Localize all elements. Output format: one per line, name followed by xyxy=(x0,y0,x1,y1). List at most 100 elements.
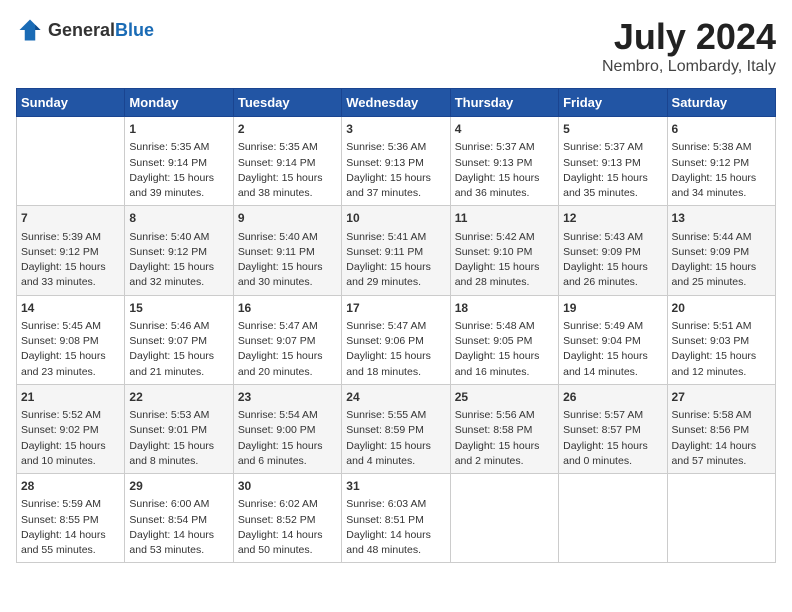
day-number: 13 xyxy=(672,210,771,227)
calendar-week-5: 28Sunrise: 5:59 AMSunset: 8:55 PMDayligh… xyxy=(17,474,776,563)
day-content-line: Daylight: 15 hours xyxy=(346,349,445,364)
day-content-line: and 12 minutes. xyxy=(672,365,771,380)
calendar-cell: 4Sunrise: 5:37 AMSunset: 9:13 PMDaylight… xyxy=(450,117,558,206)
logo-icon xyxy=(16,16,44,44)
day-content-line: Sunrise: 6:02 AM xyxy=(238,497,337,512)
day-content-line: Sunset: 8:57 PM xyxy=(563,423,662,438)
day-content-line: Sunset: 9:04 PM xyxy=(563,334,662,349)
day-content-line: Daylight: 15 hours xyxy=(455,260,554,275)
day-number: 12 xyxy=(563,210,662,227)
day-content-line: Sunrise: 5:46 AM xyxy=(129,319,228,334)
calendar-cell: 28Sunrise: 5:59 AMSunset: 8:55 PMDayligh… xyxy=(17,474,125,563)
calendar-header-row: SundayMondayTuesdayWednesdayThursdayFrid… xyxy=(17,89,776,117)
day-number: 11 xyxy=(455,210,554,227)
day-content-line: and 6 minutes. xyxy=(238,454,337,469)
header-day-thursday: Thursday xyxy=(450,89,558,117)
day-content-line: Sunset: 9:12 PM xyxy=(21,245,120,260)
day-number: 28 xyxy=(21,478,120,495)
day-number: 8 xyxy=(129,210,228,227)
calendar-cell: 8Sunrise: 5:40 AMSunset: 9:12 PMDaylight… xyxy=(125,206,233,295)
day-content-line: Sunset: 9:01 PM xyxy=(129,423,228,438)
day-content-line: Sunrise: 5:36 AM xyxy=(346,140,445,155)
day-content-line: Sunset: 9:08 PM xyxy=(21,334,120,349)
day-content-line: Sunset: 9:13 PM xyxy=(346,156,445,171)
day-content-line: Sunrise: 5:41 AM xyxy=(346,230,445,245)
day-content-line: and 36 minutes. xyxy=(455,186,554,201)
day-content-line: and 14 minutes. xyxy=(563,365,662,380)
day-content-line: Sunrise: 5:40 AM xyxy=(129,230,228,245)
header-day-sunday: Sunday xyxy=(17,89,125,117)
logo: GeneralBlue xyxy=(16,16,154,44)
header-day-tuesday: Tuesday xyxy=(233,89,341,117)
day-content-line: Sunset: 8:52 PM xyxy=(238,513,337,528)
day-content-line: Sunset: 8:56 PM xyxy=(672,423,771,438)
day-content-line: Sunset: 9:06 PM xyxy=(346,334,445,349)
day-content-line: Sunrise: 5:44 AM xyxy=(672,230,771,245)
day-content-line: Sunrise: 5:48 AM xyxy=(455,319,554,334)
day-number: 7 xyxy=(21,210,120,227)
day-content-line: Sunrise: 5:51 AM xyxy=(672,319,771,334)
day-content-line: Daylight: 15 hours xyxy=(672,260,771,275)
day-content-line: and 35 minutes. xyxy=(563,186,662,201)
day-content-line: Sunset: 9:00 PM xyxy=(238,423,337,438)
day-content-line: Daylight: 15 hours xyxy=(346,439,445,454)
day-content-line: Daylight: 15 hours xyxy=(129,171,228,186)
calendar-cell: 3Sunrise: 5:36 AMSunset: 9:13 PMDaylight… xyxy=(342,117,450,206)
day-content-line: and 2 minutes. xyxy=(455,454,554,469)
day-content-line: Sunset: 8:51 PM xyxy=(346,513,445,528)
day-content-line: Sunrise: 5:45 AM xyxy=(21,319,120,334)
calendar-cell xyxy=(17,117,125,206)
day-content-line: Daylight: 15 hours xyxy=(238,260,337,275)
day-content-line: Daylight: 15 hours xyxy=(238,171,337,186)
day-content-line: Sunrise: 5:40 AM xyxy=(238,230,337,245)
day-number: 15 xyxy=(129,300,228,317)
page-header: GeneralBlue July 2024 Nembro, Lombardy, … xyxy=(16,16,776,76)
day-content-line: Sunset: 9:12 PM xyxy=(129,245,228,260)
day-content-line: Sunset: 8:59 PM xyxy=(346,423,445,438)
calendar-week-1: 1Sunrise: 5:35 AMSunset: 9:14 PMDaylight… xyxy=(17,117,776,206)
day-content-line: and 20 minutes. xyxy=(238,365,337,380)
calendar-cell: 6Sunrise: 5:38 AMSunset: 9:12 PMDaylight… xyxy=(667,117,775,206)
day-content-line: and 38 minutes. xyxy=(238,186,337,201)
day-number: 22 xyxy=(129,389,228,406)
day-content-line: Sunset: 9:10 PM xyxy=(455,245,554,260)
day-content-line: Daylight: 15 hours xyxy=(21,439,120,454)
day-number: 16 xyxy=(238,300,337,317)
day-number: 20 xyxy=(672,300,771,317)
day-content-line: Sunrise: 5:47 AM xyxy=(238,319,337,334)
header-day-monday: Monday xyxy=(125,89,233,117)
calendar-cell: 7Sunrise: 5:39 AMSunset: 9:12 PMDaylight… xyxy=(17,206,125,295)
day-number: 30 xyxy=(238,478,337,495)
day-content-line: Sunset: 9:09 PM xyxy=(672,245,771,260)
day-content-line: Sunset: 9:07 PM xyxy=(238,334,337,349)
calendar-cell: 23Sunrise: 5:54 AMSunset: 9:00 PMDayligh… xyxy=(233,384,341,473)
day-content-line: Sunset: 9:03 PM xyxy=(672,334,771,349)
calendar-cell: 9Sunrise: 5:40 AMSunset: 9:11 PMDaylight… xyxy=(233,206,341,295)
day-number: 5 xyxy=(563,121,662,138)
calendar-cell: 11Sunrise: 5:42 AMSunset: 9:10 PMDayligh… xyxy=(450,206,558,295)
day-content-line: and 48 minutes. xyxy=(346,543,445,558)
calendar-cell: 25Sunrise: 5:56 AMSunset: 8:58 PMDayligh… xyxy=(450,384,558,473)
day-content-line: and 0 minutes. xyxy=(563,454,662,469)
day-content-line: Daylight: 15 hours xyxy=(672,171,771,186)
day-content-line: Daylight: 15 hours xyxy=(563,260,662,275)
day-content-line: Daylight: 14 hours xyxy=(672,439,771,454)
day-content-line: Sunset: 9:11 PM xyxy=(346,245,445,260)
day-content-line: and 4 minutes. xyxy=(346,454,445,469)
day-number: 10 xyxy=(346,210,445,227)
day-number: 23 xyxy=(238,389,337,406)
day-content-line: Sunset: 9:02 PM xyxy=(21,423,120,438)
calendar-cell: 24Sunrise: 5:55 AMSunset: 8:59 PMDayligh… xyxy=(342,384,450,473)
calendar-cell: 30 Sunrise: 6:02 AMSunset: 8:52 PMDayligh… xyxy=(233,474,341,563)
day-content-line: Sunrise: 5:55 AM xyxy=(346,408,445,423)
day-content-line: and 28 minutes. xyxy=(455,275,554,290)
day-content-line: Daylight: 14 hours xyxy=(238,528,337,543)
day-content-line: Daylight: 15 hours xyxy=(563,439,662,454)
day-content-line: Sunset: 9:12 PM xyxy=(672,156,771,171)
day-content-line: Daylight: 15 hours xyxy=(129,349,228,364)
calendar-cell: 1Sunrise: 5:35 AMSunset: 9:14 PMDaylight… xyxy=(125,117,233,206)
calendar-cell xyxy=(559,474,667,563)
month-year-title: July 2024 xyxy=(602,16,776,58)
day-content-line: Sunset: 9:14 PM xyxy=(129,156,228,171)
day-content-line: Daylight: 15 hours xyxy=(563,171,662,186)
